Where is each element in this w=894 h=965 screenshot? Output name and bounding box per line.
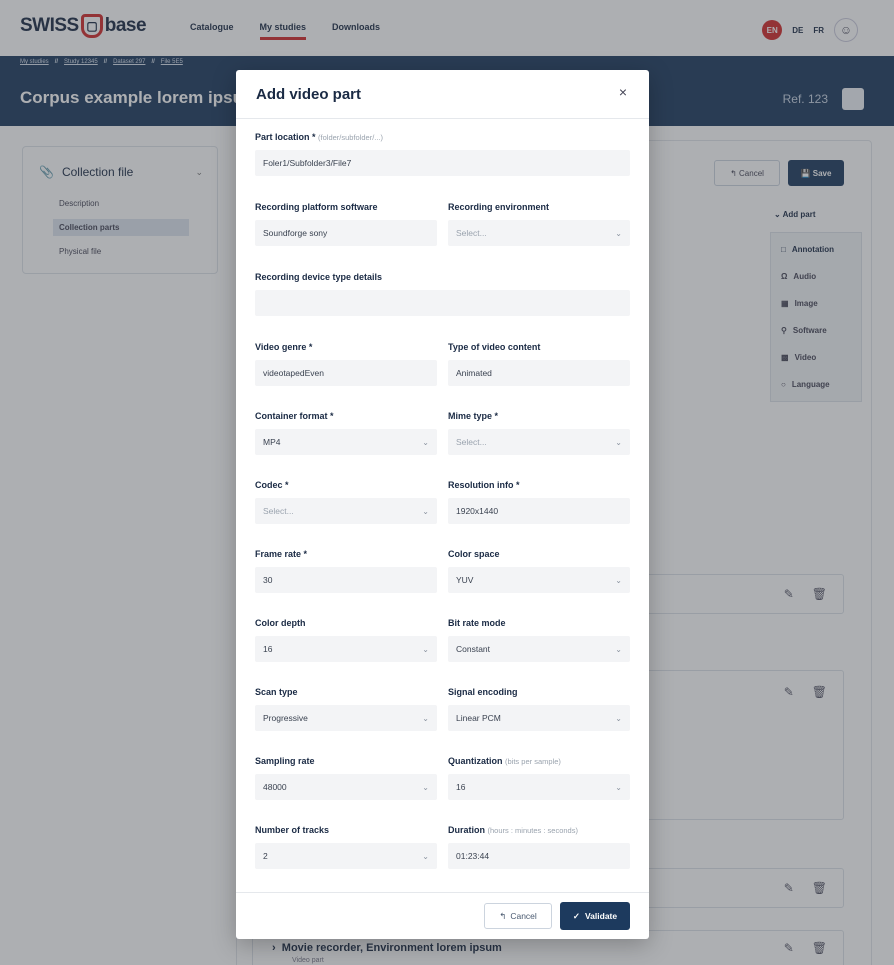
device-details-input[interactable] [255, 290, 630, 316]
part-location-label: Part location * (folder/subfolder/...) [255, 132, 384, 142]
video-genre-input[interactable]: videotapedEven [255, 360, 437, 386]
bit-rate-mode-label: Bit rate mode [448, 618, 506, 628]
part-location-input[interactable]: Foler1/Subfolder3/File7 [255, 150, 630, 176]
chevron-down-icon: ⌄ [422, 851, 429, 861]
type-of-video-content-input[interactable]: Animated [448, 360, 630, 386]
duration-label: Duration (hours : minutes : seconds) [448, 825, 578, 835]
chevron-down-icon: ⌄ [615, 575, 622, 585]
codec-label: Codec * [255, 480, 289, 490]
color-depth-label: Color depth [255, 618, 306, 628]
sampling-rate-select[interactable]: 48000 ⌄ [255, 774, 437, 800]
container-format-select[interactable]: MP4 ⌄ [255, 429, 437, 455]
duration-input[interactable]: 01:23:44 [448, 843, 630, 869]
signal-encoding-select[interactable]: Linear PCM ⌄ [448, 705, 630, 731]
scan-type-label: Scan type [255, 687, 298, 697]
signal-encoding-label: Signal encoding [448, 687, 518, 697]
chevron-down-icon: ⌄ [422, 782, 429, 792]
mime-type-label: Mime type * [448, 411, 499, 421]
chevron-down-icon: ⌄ [615, 644, 622, 654]
chevron-down-icon: ⌄ [422, 713, 429, 723]
recording-environment-select[interactable]: Select... ⌄ [448, 220, 630, 246]
recording-environment-label: Recording environment [448, 202, 550, 212]
resolution-info-input[interactable]: 1920x1440 [448, 498, 630, 524]
color-space-select[interactable]: YUV ⌄ [448, 567, 630, 593]
undo-icon: ↰ [499, 910, 507, 921]
codec-select[interactable]: Select... ⌄ [255, 498, 437, 524]
modal-footer-divider [236, 892, 649, 893]
device-details-label: Recording device type details [255, 272, 383, 282]
cancel-button[interactable]: ↰ Cancel [484, 903, 552, 929]
recording-platform-software-label: Recording platform software [255, 202, 378, 212]
recording-platform-software-input[interactable]: Soundforge sony [255, 220, 437, 246]
chevron-down-icon: ⌄ [615, 228, 622, 238]
frame-rate-label: Frame rate * [255, 549, 308, 559]
number-of-tracks-select[interactable]: 2 ⌄ [255, 843, 437, 869]
validate-button[interactable]: ✓ Validate [560, 902, 630, 930]
sampling-rate-label: Sampling rate [255, 756, 315, 766]
color-space-label: Color space [448, 549, 500, 559]
modal-title: Add video part [256, 86, 362, 103]
check-icon: ✓ [572, 910, 580, 921]
container-format-label: Container format * [255, 411, 334, 421]
mime-type-select[interactable]: Select... ⌄ [448, 429, 630, 455]
chevron-down-icon: ⌄ [422, 506, 429, 516]
close-icon[interactable]: × [619, 84, 627, 100]
chevron-down-icon: ⌄ [422, 437, 429, 447]
scan-type-select[interactable]: Progressive ⌄ [255, 705, 437, 731]
quantization-select[interactable]: 16 ⌄ [448, 774, 630, 800]
resolution-info-label: Resolution info * [448, 480, 520, 490]
chevron-down-icon: ⌄ [615, 713, 622, 723]
color-depth-select[interactable]: 16 ⌄ [255, 636, 437, 662]
video-genre-label: Video genre * [255, 342, 313, 352]
modal-divider [236, 118, 649, 119]
chevron-down-icon: ⌄ [615, 782, 622, 792]
add-video-part-modal: Add video part × Part location * (folder… [236, 70, 649, 939]
bit-rate-mode-select[interactable]: Constant ⌄ [448, 636, 630, 662]
chevron-down-icon: ⌄ [422, 644, 429, 654]
quantization-label: Quantization (bits per sample) [448, 756, 561, 766]
frame-rate-input[interactable]: 30 [255, 567, 437, 593]
number-of-tracks-label: Number of tracks [255, 825, 330, 835]
type-of-video-content-label: Type of video content [448, 342, 541, 352]
chevron-down-icon: ⌄ [615, 437, 622, 447]
